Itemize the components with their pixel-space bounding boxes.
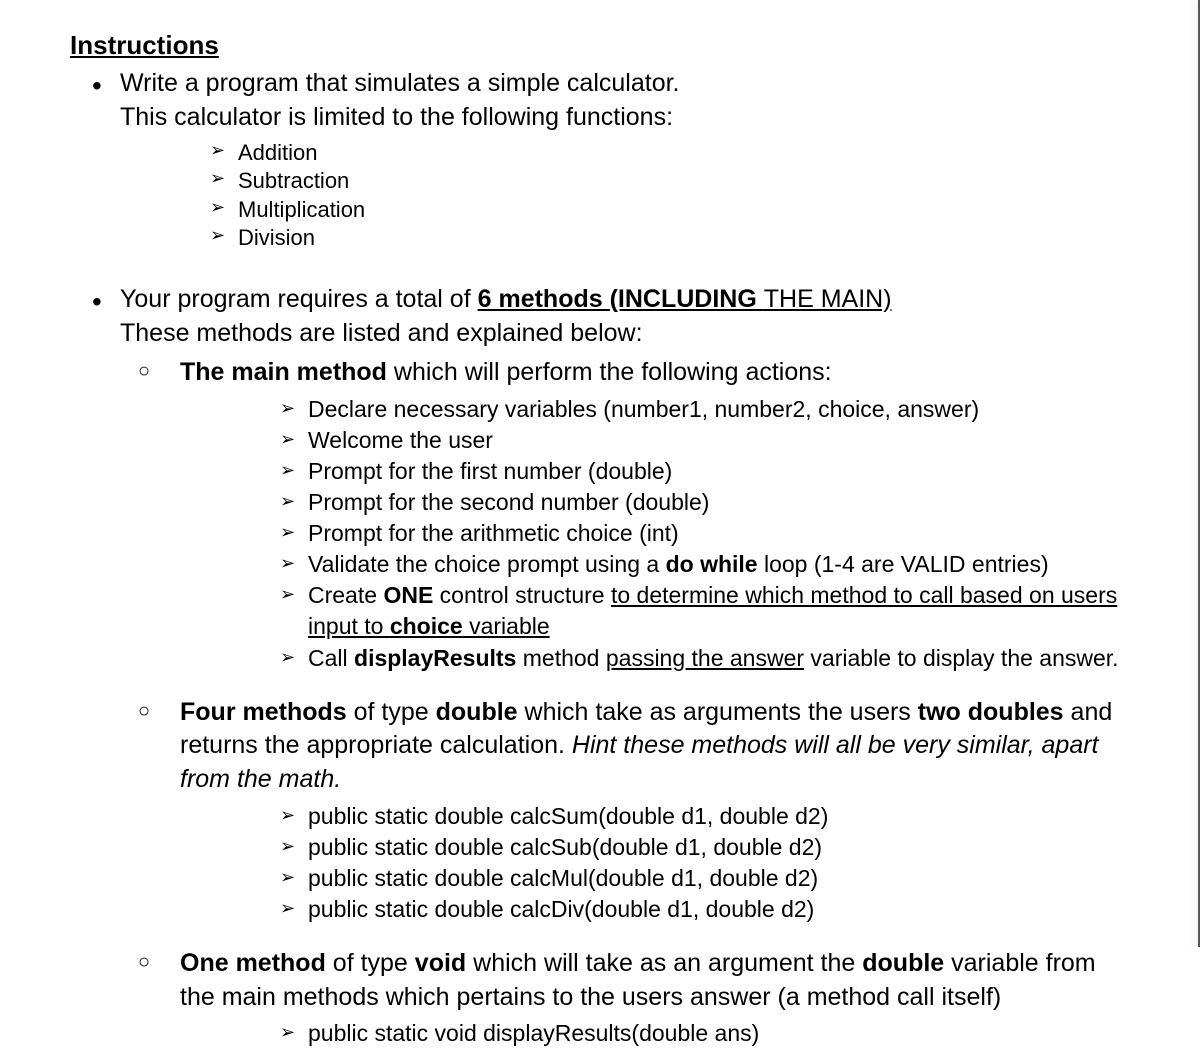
signature-list: public static void displayResults(double… [180, 1018, 1130, 1049]
text-line: Write a program that simulates a simple … [120, 69, 680, 97]
text-span: loop (1-4 are VALID entries) [758, 551, 1049, 577]
op-item: Division [210, 224, 1130, 253]
themain-label: THE MAIN) [764, 285, 892, 313]
text-span: which will perform the following actions… [387, 358, 832, 386]
text-span: Create [308, 582, 383, 608]
displayresults-label: displayResults [354, 645, 516, 671]
void-label: void [415, 949, 466, 977]
one-method-item: One method of type void which will take … [138, 947, 1130, 1050]
underline-text: variable [463, 613, 550, 639]
text-line: These methods are listed and explained b… [120, 319, 643, 347]
action-item: Prompt for the arithmetic choice (int) [280, 518, 1130, 549]
text-span: Call [308, 645, 354, 671]
text-span: which will take as an argument the [466, 949, 862, 977]
text-span: of type [347, 698, 436, 726]
text-span: method [516, 645, 606, 671]
text-span: which take as arguments the users [518, 698, 918, 726]
action-item: Validate the choice prompt using a do wh… [280, 549, 1130, 580]
methods-sublist: The main method which will perform the f… [120, 356, 1130, 1049]
choice-label: choice [390, 613, 463, 639]
text-span: Validate the choice prompt using a [308, 551, 666, 577]
text-line: Your program requires a total of [120, 285, 478, 313]
including-label: (INCLUDING [610, 285, 764, 313]
main-actions-list: Declare necessary variables (number1, nu… [180, 394, 1130, 673]
text-span: of type [326, 949, 415, 977]
signature-item: public static double calcSub(double d1, … [280, 832, 1130, 863]
main-method-item: The main method which will perform the f… [138, 356, 1130, 673]
heading-instructions: Instructions [70, 30, 1130, 61]
action-item: Create ONE control structure to determin… [280, 580, 1130, 642]
op-item: Addition [210, 139, 1130, 168]
signatures-list: public static double calcSum(double d1, … [180, 801, 1130, 925]
action-item: Prompt for the second number (double) [280, 487, 1130, 518]
methods-count: 6 methods [478, 285, 610, 313]
signature-item: public static double calcSum(double d1, … [280, 801, 1130, 832]
main-method-label: The main method [180, 358, 387, 386]
signature-item: public static double calcDiv(double d1, … [280, 894, 1130, 925]
op-item: Multiplication [210, 196, 1130, 225]
action-item: Prompt for the first number (double) [280, 456, 1130, 487]
text-span: variable to display the answer. [804, 645, 1119, 671]
signature-item: public static void displayResults(double… [280, 1018, 1130, 1049]
underline-text: passing the answer [606, 645, 804, 671]
one-method-label: One method [180, 949, 326, 977]
text-span: control structure [433, 582, 611, 608]
action-item: Call displayResults method passing the a… [280, 643, 1130, 674]
action-item: Welcome the user [280, 425, 1130, 456]
op-item: Subtraction [210, 167, 1130, 196]
double-label: double [862, 949, 944, 977]
operations-list: Addition Subtraction Multiplication Divi… [120, 139, 1130, 253]
top-bullet-list: Write a program that simulates a simple … [70, 67, 1130, 1050]
bullet-program-intro: Write a program that simulates a simple … [120, 67, 1130, 253]
text-line: This calculator is limited to the follow… [120, 103, 673, 131]
dowhile-label: do while [666, 551, 758, 577]
signature-item: public static double calcMul(double d1, … [280, 863, 1130, 894]
four-methods-label: Four methods [180, 698, 347, 726]
action-item: Declare necessary variables (number1, nu… [280, 394, 1130, 425]
bullet-methods: Your program requires a total of 6 metho… [120, 283, 1130, 1050]
one-label: ONE [383, 582, 433, 608]
double-label: double [436, 698, 518, 726]
four-methods-item: Four methods of type double which take a… [138, 696, 1130, 925]
two-doubles-label: two doubles [918, 698, 1064, 726]
